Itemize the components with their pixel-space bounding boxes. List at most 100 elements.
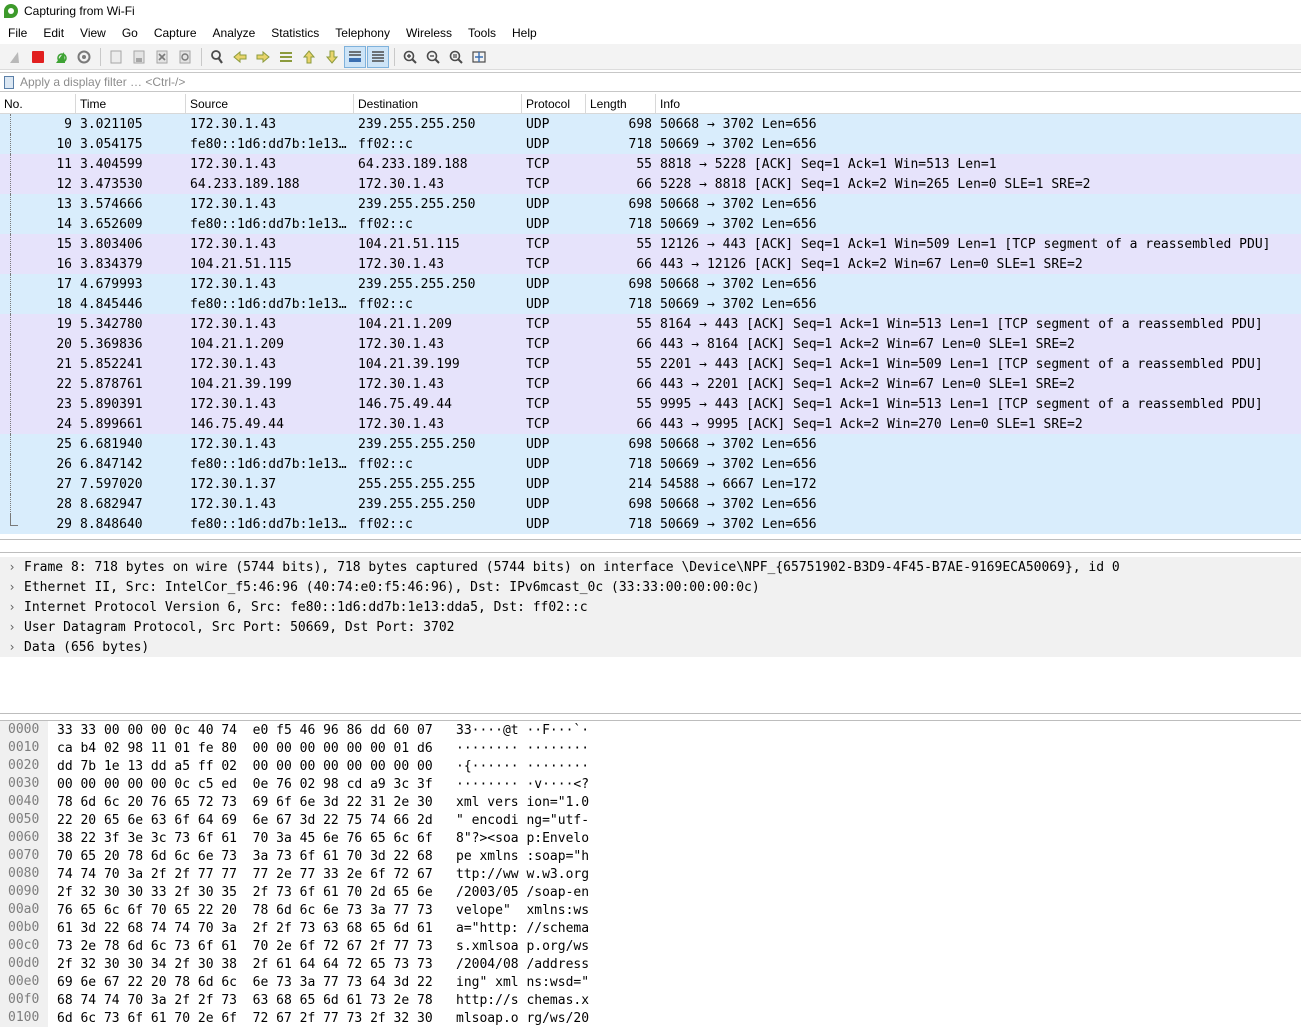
packet-row[interactable]: 9 3.021105 172.30.1.43 239.255.255.250 UDP 69… <box>0 114 1301 134</box>
packet-row[interactable]: 28 8.682947 172.30.1.43 239.255.255.250 UDP 6… <box>0 494 1301 514</box>
packet-list-pane[interactable]: No. Time Source Destination Protocol Len… <box>0 94 1301 540</box>
byte-ascii[interactable]: velope" xmlns:ws <box>456 903 656 918</box>
detail-row-ipv6[interactable]: › Internet Protocol Version 6, Src: fe80… <box>0 597 1301 617</box>
byte-hex[interactable]: 61 3d 22 68 74 74 70 3a 2f 2f 73 63 68 6… <box>48 921 456 936</box>
menu-statistics[interactable]: Statistics <box>263 22 327 44</box>
last-packet-icon[interactable] <box>321 46 343 68</box>
menu-analyze[interactable]: Analyze <box>205 22 264 44</box>
byte-ascii[interactable]: /2004/08 /address <box>456 957 656 972</box>
byte-offset[interactable]: 00b0 <box>0 919 48 937</box>
packet-bytes-pane[interactable]: 0000 33 33 00 00 00 0c 40 74 e0 f5 46 96 … <box>0 720 1301 1030</box>
column-header-protocol[interactable]: Protocol <box>522 94 586 114</box>
byte-ascii[interactable]: xml vers ion="1.0 <box>456 795 656 810</box>
byte-ascii[interactable]: ttp://ww w.w3.org <box>456 867 656 882</box>
byte-offset[interactable]: 0050 <box>0 811 48 829</box>
packet-row[interactable]: 21 5.852241 172.30.1.43 104.21.39.199 TCP 55 2… <box>0 354 1301 374</box>
byte-offset[interactable]: 0040 <box>0 793 48 811</box>
column-header-no[interactable]: No. <box>0 94 76 114</box>
capture-options-icon[interactable] <box>73 46 95 68</box>
packet-row[interactable]: 23 5.890391 172.30.1.43 146.75.49.44 TCP 55 99… <box>0 394 1301 414</box>
byte-hex[interactable]: 69 6e 67 22 20 78 6d 6c 6e 73 3a 77 73 6… <box>48 975 456 990</box>
open-file-icon[interactable] <box>105 46 127 68</box>
detail-row-ethernet[interactable]: › Ethernet II, Src: IntelCor_f5:46:96 (4… <box>0 577 1301 597</box>
byte-ascii[interactable]: ·{······ ········ <box>456 759 656 774</box>
packet-row[interactable]: 16 3.834379 104.21.51.115 172.30.1.43 TCP 66 4… <box>0 254 1301 274</box>
go-to-packet-icon[interactable] <box>275 46 297 68</box>
byte-ascii[interactable]: /2003/05 /soap-en <box>456 885 656 900</box>
byte-ascii[interactable]: ing" xml ns:wsd=" <box>456 975 656 990</box>
column-header-destination[interactable]: Destination <box>354 94 522 114</box>
menu-file[interactable]: File <box>0 22 35 44</box>
byte-offset[interactable]: 00e0 <box>0 973 48 991</box>
packet-row[interactable]: 24 5.899661 146.75.49.44 172.30.1.43 TCP 66 44… <box>0 414 1301 434</box>
byte-hex[interactable]: 6d 6c 73 6f 61 70 2e 6f 72 67 2f 77 73 2… <box>48 1011 456 1026</box>
shark-fin-start-icon[interactable] <box>4 46 26 68</box>
zoom-normal-icon[interactable] <box>445 46 467 68</box>
packet-row[interactable]: 11 3.404599 172.30.1.43 64.233.189.188 TCP 55… <box>0 154 1301 174</box>
byte-hex[interactable]: 2f 32 30 30 34 2f 30 38 2f 61 64 64 72 6… <box>48 957 456 972</box>
byte-offset[interactable]: 00a0 <box>0 901 48 919</box>
detail-row-udp[interactable]: › User Datagram Protocol, Src Port: 5066… <box>0 617 1301 637</box>
restart-capture-icon[interactable] <box>50 46 72 68</box>
packet-row[interactable]: 27 7.597020 172.30.1.37 255.255.255.255 UDP 2… <box>0 474 1301 494</box>
byte-ascii[interactable]: http://s chemas.x <box>456 993 656 1008</box>
packet-row[interactable]: 17 4.679993 172.30.1.43 239.255.255.250 UDP 6… <box>0 274 1301 294</box>
packet-row[interactable]: 12 3.473530 64.233.189.188 172.30.1.43 TCP 66… <box>0 174 1301 194</box>
packet-row[interactable]: 25 6.681940 172.30.1.43 239.255.255.250 UDP 6… <box>0 434 1301 454</box>
menu-wireless[interactable]: Wireless <box>398 22 460 44</box>
column-header-source[interactable]: Source <box>186 94 354 114</box>
detail-row-frame[interactable]: › Frame 8: 718 bytes on wire (5744 bits)… <box>0 557 1301 577</box>
byte-offset[interactable]: 0000 <box>0 721 48 739</box>
byte-offset[interactable]: 0010 <box>0 739 48 757</box>
byte-offset[interactable]: 00f0 <box>0 991 48 1009</box>
byte-offset[interactable]: 0060 <box>0 829 48 847</box>
packet-row[interactable]: 13 3.574666 172.30.1.43 239.255.255.250 UDP 6… <box>0 194 1301 214</box>
byte-hex[interactable]: 38 22 3f 3e 3c 73 6f 61 70 3a 45 6e 76 6… <box>48 831 456 846</box>
menu-go[interactable]: Go <box>114 22 146 44</box>
column-header-time[interactable]: Time <box>76 94 186 114</box>
packet-row[interactable]: 26 6.847142 fe80::1d6:dd7b:1e13… ff02::c UDP… <box>0 454 1301 474</box>
byte-hex[interactable]: dd 7b 1e 13 dd a5 ff 02 00 00 00 00 00 0… <box>48 759 456 774</box>
column-header-length[interactable]: Length <box>586 94 656 114</box>
packet-row[interactable]: 29 8.848640 fe80::1d6:dd7b:1e13… ff02::c UDP… <box>0 514 1301 534</box>
stop-capture-icon[interactable] <box>27 46 49 68</box>
expand-chevron-icon[interactable]: › <box>0 560 24 574</box>
byte-hex[interactable]: 22 20 65 6e 63 6f 64 69 6e 67 3d 22 75 7… <box>48 813 456 828</box>
column-header-info[interactable]: Info <box>656 94 1301 114</box>
byte-hex[interactable]: 70 65 20 78 6d 6c 6e 73 3a 73 6f 61 70 3… <box>48 849 456 864</box>
close-file-icon[interactable] <box>151 46 173 68</box>
byte-ascii[interactable]: " encodi ng="utf- <box>456 813 656 828</box>
byte-offset[interactable]: 00c0 <box>0 937 48 955</box>
byte-offset[interactable]: 0020 <box>0 757 48 775</box>
byte-hex[interactable]: 74 74 70 3a 2f 2f 77 77 77 2e 77 33 2e 6… <box>48 867 456 882</box>
packet-row[interactable]: 10 3.054175 fe80::1d6:dd7b:1e13… ff02::c UDP… <box>0 134 1301 154</box>
zoom-in-icon[interactable] <box>399 46 421 68</box>
byte-ascii[interactable]: 33····@t ··F···`· <box>456 723 656 738</box>
packet-row[interactable]: 14 3.652609 fe80::1d6:dd7b:1e13… ff02::c UDP… <box>0 214 1301 234</box>
display-filter-input[interactable] <box>20 73 1301 91</box>
expand-chevron-icon[interactable]: › <box>0 640 24 654</box>
menu-edit[interactable]: Edit <box>35 22 72 44</box>
byte-hex[interactable]: ca b4 02 98 11 01 fe 80 00 00 00 00 00 0… <box>48 741 456 756</box>
packet-row[interactable]: 18 4.845446 fe80::1d6:dd7b:1e13… ff02::c UDP… <box>0 294 1301 314</box>
byte-offset[interactable]: 00d0 <box>0 955 48 973</box>
autoscroll-icon[interactable] <box>344 45 366 68</box>
packet-row[interactable]: 19 5.342780 172.30.1.43 104.21.1.209 TCP 55 81… <box>0 314 1301 334</box>
byte-hex[interactable]: 68 74 74 70 3a 2f 2f 73 63 68 65 6d 61 7… <box>48 993 456 1008</box>
packet-row[interactable]: 20 5.369836 104.21.1.209 172.30.1.43 TCP 66 44… <box>0 334 1301 354</box>
find-packet-icon[interactable] <box>206 46 228 68</box>
reload-file-icon[interactable] <box>174 46 196 68</box>
byte-hex[interactable]: 78 6d 6c 20 76 65 72 73 69 6f 6e 3d 22 3… <box>48 795 456 810</box>
detail-row-data[interactable]: › Data (656 bytes) <box>0 637 1301 657</box>
byte-offset[interactable]: 0080 <box>0 865 48 883</box>
first-packet-icon[interactable] <box>298 46 320 68</box>
byte-hex[interactable]: 76 65 6c 6f 70 65 22 20 78 6d 6c 6e 73 3… <box>48 903 456 918</box>
byte-hex[interactable]: 33 33 00 00 00 0c 40 74 e0 f5 46 96 86 d… <box>48 723 456 738</box>
byte-ascii[interactable]: a="http: //schema <box>456 921 656 936</box>
menu-view[interactable]: View <box>72 22 114 44</box>
byte-ascii[interactable]: mlsoap.o rg/ws/20 <box>456 1011 656 1026</box>
byte-hex[interactable]: 00 00 00 00 00 0c c5 ed 0e 76 02 98 cd a… <box>48 777 456 792</box>
packet-details-pane[interactable]: › Frame 8: 718 bytes on wire (5744 bits)… <box>0 552 1301 714</box>
expand-chevron-icon[interactable]: › <box>0 580 24 594</box>
go-back-icon[interactable] <box>229 46 251 68</box>
